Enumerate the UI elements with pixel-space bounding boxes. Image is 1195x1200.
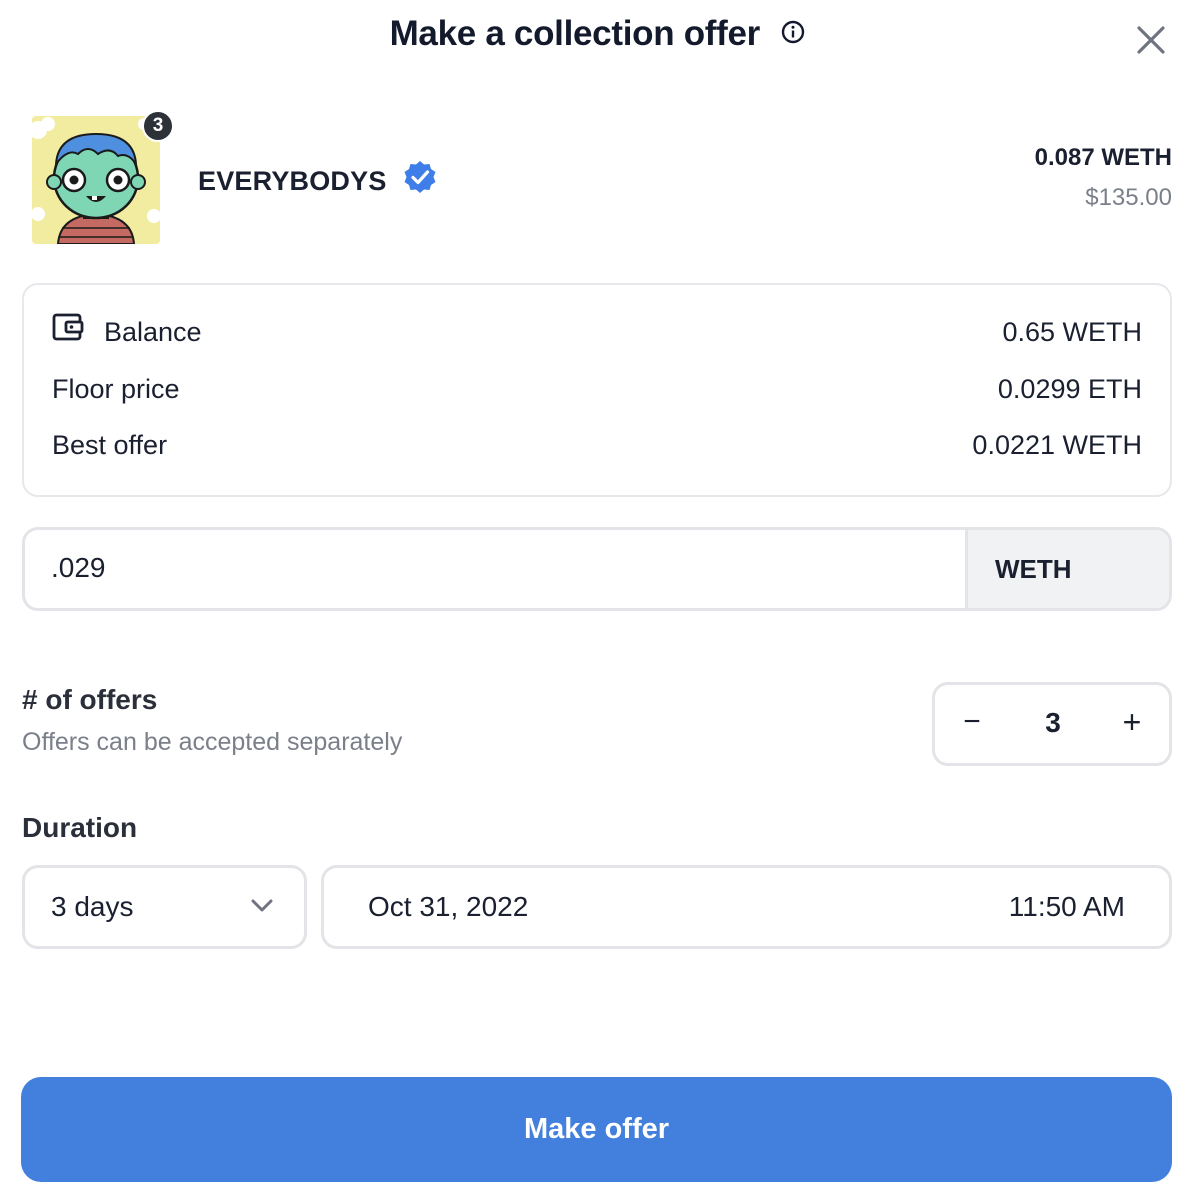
collection-avatar xyxy=(32,116,160,244)
offers-count-sublabel: Offers can be accepted separately xyxy=(22,728,403,756)
collection-summary: 3 EVERYBODYS 0.087 WETH $135.00 xyxy=(32,110,1172,246)
floor-price-label: Floor price xyxy=(52,374,180,404)
expiration-date: Oct 31, 2022 xyxy=(368,891,529,922)
offers-count-label: # of offers xyxy=(22,684,158,715)
chevron-down-icon xyxy=(250,898,274,919)
collection-price: 0.087 WETH xyxy=(1034,144,1172,171)
make-offer-button[interactable]: Make offer xyxy=(21,1077,1172,1182)
floor-price-row: Floor price 0.0299 ETH xyxy=(52,374,1142,414)
decrement-button[interactable]: − xyxy=(957,705,987,741)
balance-value: 0.65 WETH xyxy=(1002,317,1142,347)
offer-price-input[interactable]: .029 WETH xyxy=(22,527,1172,611)
duration-label: Duration xyxy=(22,812,138,843)
modal-title: Make a collection offer xyxy=(389,14,761,53)
currency-label: WETH xyxy=(965,530,1169,608)
best-offer-value: 0.0221 WETH xyxy=(972,430,1142,460)
offer-summary-box: Balance 0.65 WETH Floor price 0.0299 ETH… xyxy=(22,283,1172,497)
best-offer-label: Best offer xyxy=(52,430,168,460)
expiration-datetime-picker[interactable]: Oct 31, 2022 11:50 AM xyxy=(321,865,1172,949)
close-icon[interactable] xyxy=(1135,24,1167,56)
modal-title-row: Make a collection offer xyxy=(0,14,1195,54)
offers-count-value: 3 xyxy=(1045,707,1061,738)
duration-dropdown[interactable]: 3 days xyxy=(22,865,307,949)
info-circle-icon[interactable] xyxy=(781,13,805,53)
offer-price-value[interactable]: .029 xyxy=(51,552,106,584)
offers-quantity-stepper: − 3 + xyxy=(932,682,1172,766)
collection-name-row: EVERYBODYS xyxy=(198,161,438,202)
increment-button[interactable]: + xyxy=(1117,704,1147,740)
quantity-badge: 3 xyxy=(142,110,174,142)
best-offer-row: Best offer 0.0221 WETH xyxy=(52,430,1142,470)
collection-price-usd: $135.00 xyxy=(1085,184,1172,211)
modal-header: Make a collection offer xyxy=(0,0,1195,80)
verified-check-icon xyxy=(402,159,438,202)
floor-price-value: 0.0299 ETH xyxy=(997,374,1142,404)
expiration-time: 11:50 AM xyxy=(1008,891,1125,922)
balance-label: Balance xyxy=(104,317,202,347)
collection-name: EVERYBODYS xyxy=(198,166,387,197)
balance-row: Balance 0.65 WETH xyxy=(52,313,1142,357)
duration-selected: 3 days xyxy=(51,891,134,922)
wallet-icon xyxy=(52,312,84,349)
